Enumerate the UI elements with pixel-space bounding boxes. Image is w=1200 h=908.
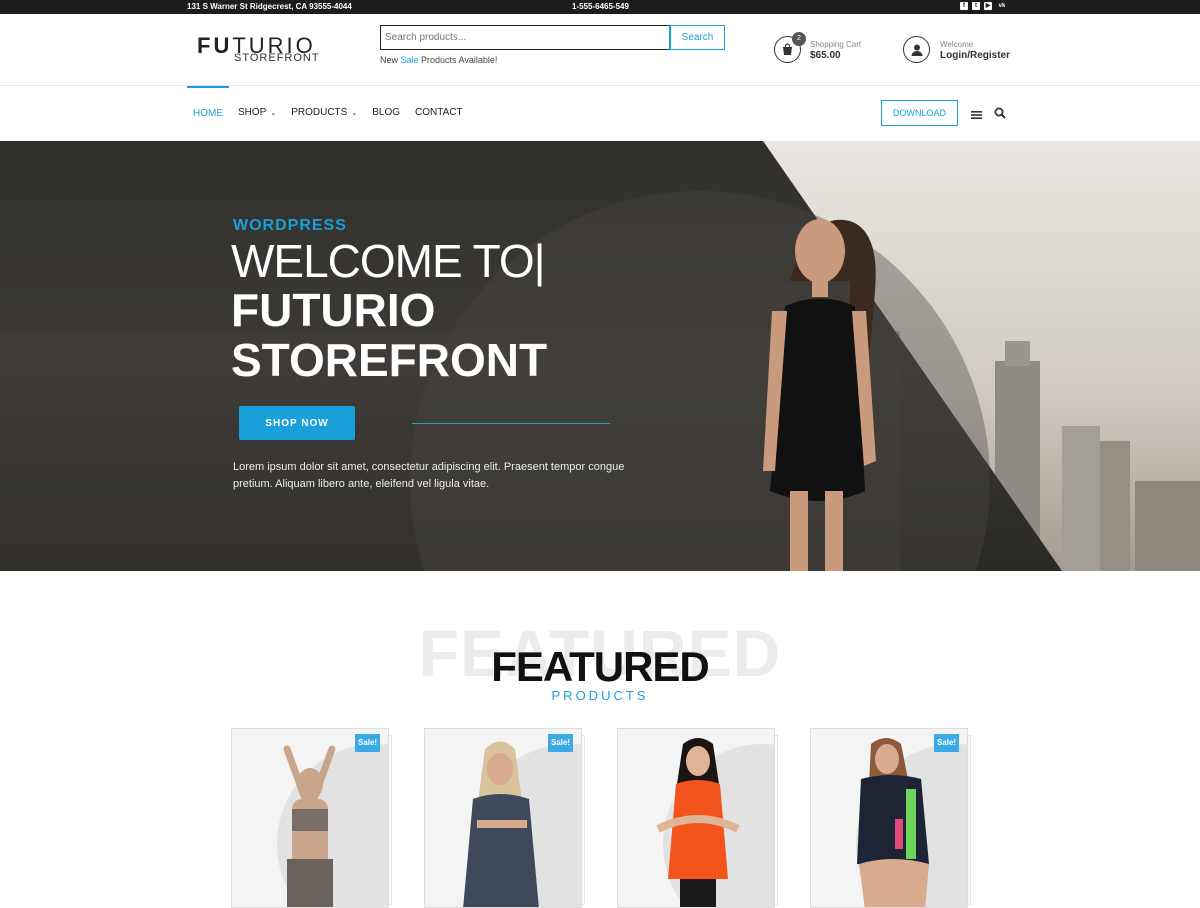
product-image bbox=[283, 745, 336, 907]
facebook-icon[interactable]: f bbox=[960, 2, 968, 10]
nav-item-label: HOME bbox=[193, 108, 223, 119]
sale-badge: Sale! bbox=[548, 734, 573, 752]
cart-amount: $65.00 bbox=[810, 50, 841, 61]
hero-banner: WORDPRESS WELCOME TO| FUTURIO STOREFRONT… bbox=[0, 141, 1200, 571]
nav-item-label: SHOP bbox=[238, 107, 267, 118]
site-logo[interactable]: FUTURIO STOREFRONT bbox=[197, 33, 319, 65]
hero-background-image bbox=[0, 141, 1200, 571]
chevron-down-icon: ⌄ bbox=[351, 110, 358, 117]
main-nav: HOME SHOP ⌄ PRODUCTS ⌄ BLOG CONTACT DOWNLO… bbox=[0, 86, 1200, 141]
hero-kicker: WORDPRESS bbox=[233, 217, 347, 234]
twitter-icon[interactable]: t bbox=[972, 2, 980, 10]
product-card[interactable]: Sale! bbox=[810, 728, 968, 908]
login-register-link[interactable]: Login/Register bbox=[940, 50, 1010, 61]
hero-title-line1: FUTURIO bbox=[231, 284, 436, 336]
hero-divider bbox=[412, 423, 610, 424]
nav-item-shop[interactable]: SHOP ⌄ bbox=[232, 86, 282, 141]
nav-item-label: BLOG bbox=[372, 107, 401, 118]
cart-label: Shopping Cart bbox=[810, 40, 862, 49]
cart-count-badge: 2 bbox=[792, 32, 806, 46]
product-image bbox=[463, 741, 539, 907]
product-image bbox=[656, 738, 740, 907]
nav-item-label: CONTACT bbox=[415, 107, 463, 118]
sale-badge: Sale! bbox=[934, 734, 959, 752]
product-card[interactable]: Sale! bbox=[231, 728, 389, 908]
product-card[interactable]: Sale! bbox=[424, 728, 582, 908]
search-input[interactable] bbox=[381, 26, 670, 49]
product-image bbox=[857, 738, 929, 907]
shopping-cart[interactable]: 2 Shopping Cart $65.00 bbox=[774, 32, 861, 63]
store-phone[interactable]: 1-555-6465-549 bbox=[572, 2, 629, 11]
nav-item-home[interactable]: HOME bbox=[187, 86, 229, 141]
top-bar: 131 S Warner St Ridgecrest, CA 93555-404… bbox=[0, 0, 1200, 14]
vk-icon[interactable]: vk bbox=[996, 2, 1008, 10]
search-icon[interactable] bbox=[994, 106, 1006, 124]
download-button[interactable]: DOWNLOAD bbox=[881, 100, 958, 126]
sale-link[interactable]: Sale bbox=[401, 55, 419, 65]
sale-note-suffix: Products Available! bbox=[418, 55, 498, 65]
logo-subtitle: STOREFRONT bbox=[234, 52, 320, 64]
nav-item-label: PRODUCTS bbox=[291, 107, 348, 118]
account-link[interactable]: Welcome Login/Register bbox=[903, 36, 1010, 63]
youtube-icon[interactable]: ▶ bbox=[984, 2, 992, 10]
featured-subtitle: PRODUCTS bbox=[551, 688, 649, 703]
shop-now-button[interactable]: SHOP NOW bbox=[239, 406, 355, 440]
site-header: FUTURIO STOREFRONT Search New Sale Produ… bbox=[0, 14, 1200, 86]
product-search: Search bbox=[380, 25, 725, 50]
sale-note: New Sale Products Available! bbox=[380, 55, 497, 65]
nav-menu: HOME SHOP ⌄ PRODUCTS ⌄ BLOG CONTACT bbox=[187, 86, 472, 141]
hero-title-line2: STOREFRONT bbox=[231, 334, 548, 386]
search-button[interactable]: Search bbox=[669, 25, 725, 50]
social-links: f t ▶ vk bbox=[960, 2, 1008, 10]
chevron-down-icon: ⌄ bbox=[270, 110, 277, 117]
welcome-label: Welcome bbox=[940, 40, 974, 49]
nav-item-blog[interactable]: BLOG bbox=[366, 86, 406, 141]
sale-badge: Sale! bbox=[355, 734, 380, 752]
hero-description: Lorem ipsum dolor sit amet, consectetur … bbox=[233, 461, 625, 490]
hamburger-menu-icon[interactable] bbox=[971, 107, 982, 125]
nav-item-contact[interactable]: CONTACT bbox=[409, 86, 469, 141]
product-card[interactable] bbox=[617, 728, 775, 908]
nav-item-products[interactable]: PRODUCTS ⌄ bbox=[285, 86, 363, 141]
logo-bold: FU bbox=[197, 33, 233, 58]
featured-title: FEATURED bbox=[491, 643, 710, 690]
hero-welcome: WELCOME TO| bbox=[231, 235, 546, 287]
user-icon bbox=[903, 36, 930, 63]
store-address: 131 S Warner St Ridgecrest, CA 93555-404… bbox=[187, 2, 352, 11]
sale-note-prefix: New bbox=[380, 55, 401, 65]
